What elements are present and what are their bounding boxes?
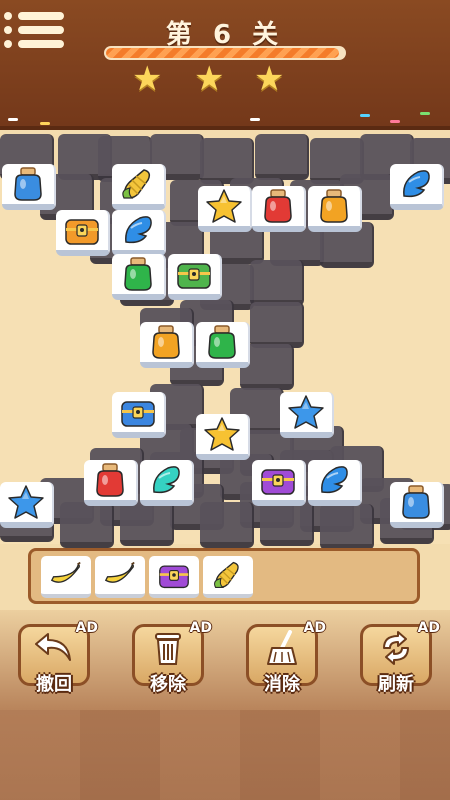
jar-red-icon	[258, 188, 298, 224]
board-tile-covered	[120, 500, 174, 546]
tray-slot-banana	[95, 556, 145, 598]
feather-blue-icon	[396, 166, 436, 202]
feather-teal-icon	[146, 462, 186, 498]
board-tile-corn[interactable]	[112, 164, 166, 210]
level-progress-bar	[104, 46, 346, 60]
ad-badge: AD	[303, 620, 326, 636]
chest-purple-icon	[155, 559, 193, 591]
star-icon: ★	[194, 59, 225, 99]
board-tile-jar-green[interactable]	[196, 322, 250, 368]
board-tile-star-gold[interactable]	[196, 414, 250, 460]
tray-slot-chest-purple	[149, 556, 199, 598]
star-blue-icon	[6, 484, 46, 520]
confetti	[390, 120, 400, 123]
clear-label: 消除	[264, 674, 300, 695]
confetti	[250, 118, 260, 121]
chest-orange-icon	[62, 212, 102, 248]
board-tile-chest-green[interactable]	[168, 254, 222, 300]
floor	[0, 710, 450, 800]
star-rating: ★ ★ ★	[0, 62, 450, 96]
star-gold-icon	[204, 188, 244, 224]
board-tile-chest-orange[interactable]	[56, 210, 110, 256]
chest-purple-icon	[258, 462, 298, 498]
board-tile-jar-orange[interactable]	[140, 322, 194, 368]
toolbar: AD 撤回 AD 移除 AD 消除 AD 刷新	[0, 610, 450, 800]
collection-tray	[28, 548, 420, 604]
confetti	[40, 122, 50, 125]
feather-blue-icon	[118, 212, 158, 248]
board-tile-jar-red[interactable]	[84, 460, 138, 506]
board-tile-covered	[255, 134, 309, 180]
chest-green-icon	[174, 256, 214, 292]
board-tile-jar-blue[interactable]	[390, 482, 444, 528]
tray-slot-banana	[41, 556, 91, 598]
board-tile-feather-blue[interactable]	[308, 460, 362, 506]
jar-blue-icon	[8, 166, 48, 202]
star-blue-icon	[286, 394, 326, 430]
level-progress-fill	[106, 48, 340, 58]
board-tile-chest-blue[interactable]	[112, 392, 166, 438]
board-tile-covered	[250, 302, 304, 348]
undo-icon	[35, 633, 71, 661]
board-tile-jar-red[interactable]	[252, 186, 306, 232]
board-tile-covered	[60, 502, 114, 548]
refresh-label: 刷新	[378, 674, 414, 695]
board-tile-star-blue[interactable]	[0, 482, 54, 528]
refresh-icon	[383, 631, 409, 665]
clear-button[interactable]: AD 消除	[246, 620, 326, 696]
board-tile-star-blue[interactable]	[280, 392, 334, 438]
board-tile-covered	[320, 504, 374, 550]
top-bar: 第 6 关 ★ ★ ★	[0, 0, 450, 130]
board-tile-covered	[250, 260, 304, 306]
corn-icon	[209, 559, 247, 591]
banana-icon	[47, 559, 85, 591]
jar-green-icon	[118, 256, 158, 292]
jar-green-icon	[202, 324, 242, 360]
star-icon: ★	[132, 59, 163, 99]
board-tile-covered	[260, 500, 314, 546]
board-tile-jar-green[interactable]	[112, 254, 166, 300]
board-tile-jar-orange[interactable]	[308, 186, 362, 232]
ad-badge: AD	[189, 620, 212, 636]
tile-board	[0, 134, 450, 550]
board-tile-star-gold[interactable]	[198, 186, 252, 232]
undo-label: 撤回	[36, 674, 72, 695]
board-tile-feather-teal[interactable]	[140, 460, 194, 506]
confetti	[420, 112, 430, 115]
board-tile-covered	[200, 502, 254, 548]
star-gold-icon	[202, 416, 242, 452]
banana-icon	[101, 559, 139, 591]
ad-badge: AD	[75, 620, 98, 636]
jar-orange-icon	[146, 324, 186, 360]
jar-red-icon	[90, 462, 130, 498]
trash-icon	[155, 633, 181, 665]
confetti	[8, 118, 18, 121]
confetti	[360, 114, 370, 117]
star-icon: ★	[254, 59, 285, 99]
tray-slot-corn	[203, 556, 253, 598]
refresh-button[interactable]: AD 刷新	[360, 620, 440, 696]
board-tile-feather-blue[interactable]	[112, 210, 166, 256]
ad-badge: AD	[417, 620, 440, 636]
corn-icon	[118, 166, 158, 202]
undo-button[interactable]: AD 撤回	[18, 620, 98, 696]
remove-label: 移除	[150, 674, 186, 695]
board-tile-feather-blue[interactable]	[390, 164, 444, 210]
remove-button[interactable]: AD 移除	[132, 620, 212, 696]
chest-blue-icon	[118, 394, 158, 430]
board-tile-chest-purple[interactable]	[252, 460, 306, 506]
board-tile-jar-blue[interactable]	[2, 164, 56, 210]
jar-orange-icon	[314, 188, 354, 224]
jar-blue-icon	[396, 484, 436, 520]
feather-blue-icon	[314, 462, 354, 498]
broom-icon	[267, 630, 297, 665]
